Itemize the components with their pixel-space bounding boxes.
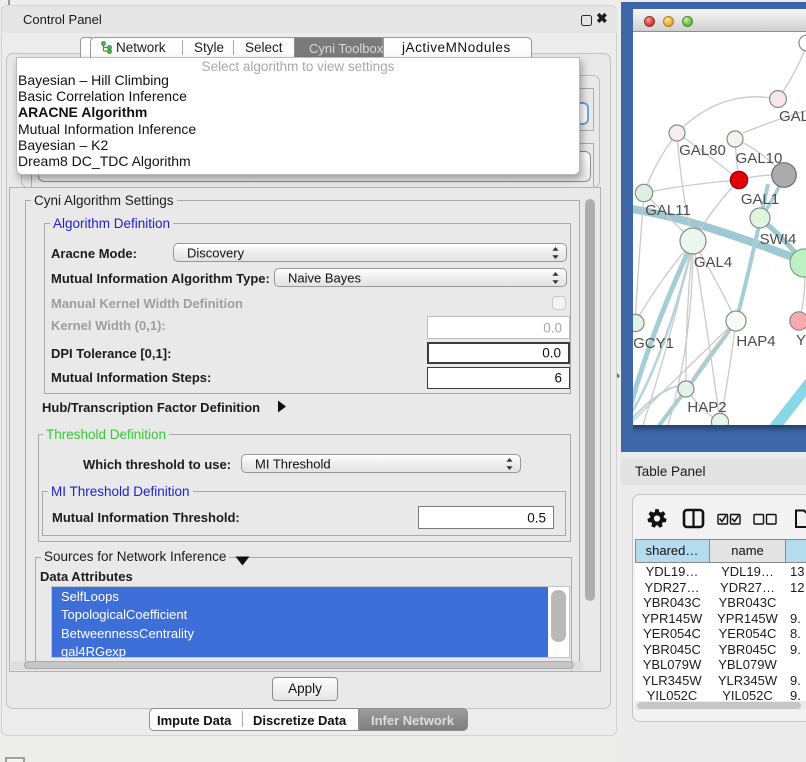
svg-text:GAL10: GAL10	[736, 150, 783, 167]
svg-text:GAL: GAL	[779, 108, 806, 125]
svg-text:HAP2: HAP2	[687, 399, 726, 416]
svg-text:Y: Y	[796, 332, 806, 349]
svg-text:GAL80: GAL80	[679, 142, 726, 159]
svg-text:SWI4: SWI4	[760, 231, 797, 248]
svg-text:HAP4: HAP4	[736, 333, 775, 350]
svg-text:GAL1: GAL1	[741, 191, 779, 208]
svg-text:GCY1: GCY1	[633, 335, 674, 352]
svg-text:GAL11: GAL11	[645, 202, 691, 219]
svg-text:GAL4: GAL4	[694, 254, 732, 271]
